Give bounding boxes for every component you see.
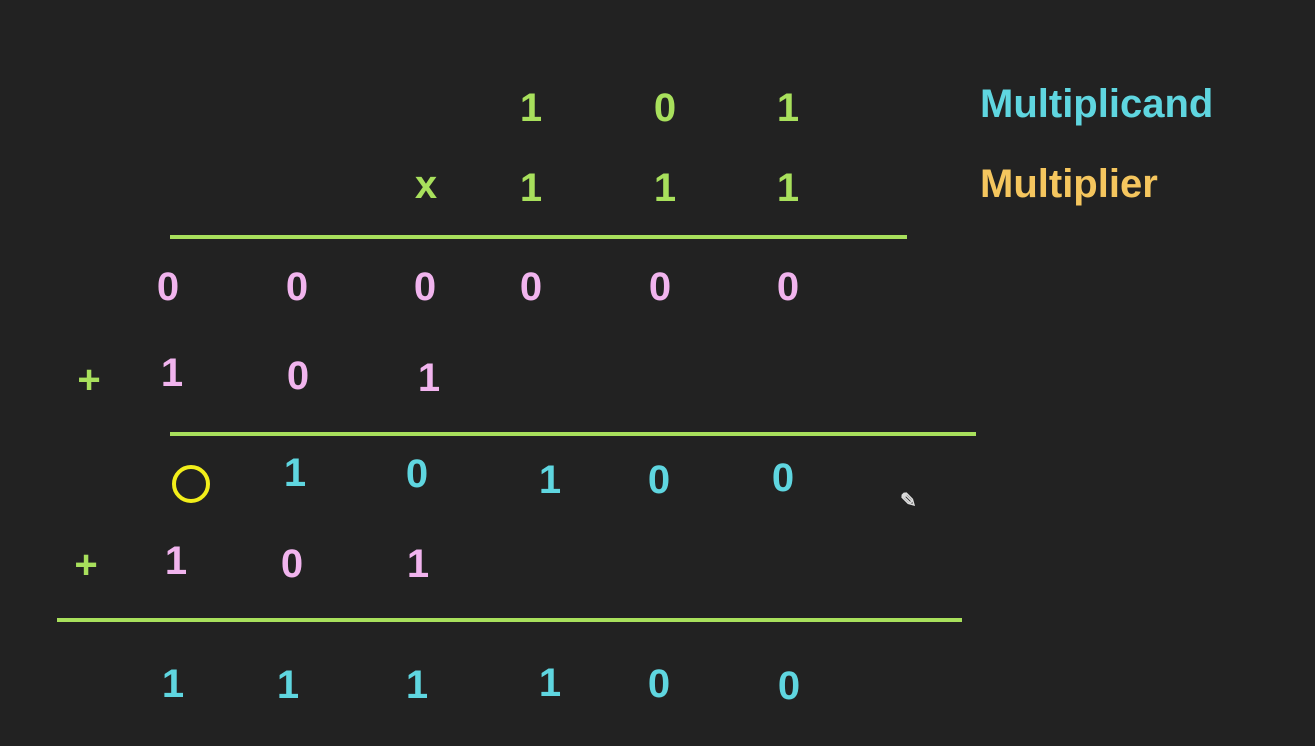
divider-line [57,618,962,622]
result-digit: 1 [405,663,429,707]
partial-digit: 0 [413,265,437,309]
shifted-digit: 1 [417,356,441,400]
carry-circle-annotation [172,465,210,503]
sum-digit: 0 [647,458,671,502]
shifted-digit: 1 [164,539,188,583]
sum-digit: 1 [538,458,562,502]
plus-sign: + [74,543,98,587]
divider-line [170,432,976,436]
shifted-digit: 0 [286,354,310,398]
sum-digit: 0 [405,452,429,496]
partial-digit: 0 [156,265,180,309]
divider-line [170,235,907,239]
multiplier-digit: 1 [776,166,800,210]
result-digit: 1 [538,661,562,705]
shifted-digit: 1 [406,542,430,586]
partial-digit: 0 [519,265,543,309]
multiplicand-digit: 1 [519,86,543,130]
partial-digit: 0 [648,265,672,309]
result-digit: 1 [276,663,300,707]
multiplier-digit: 1 [519,166,543,210]
result-digit: 0 [647,662,671,706]
multiplier-digit: 1 [653,166,677,210]
sum-digit: 0 [771,456,795,500]
times-sign: x [414,163,438,207]
partial-digit: 0 [776,265,800,309]
multiplicand-digit: 1 [776,86,800,130]
sum-digit: 1 [283,451,307,495]
pencil-cursor-icon: ✎ [900,490,917,512]
multiplicand-digit: 0 [653,86,677,130]
partial-digit: 0 [285,265,309,309]
shifted-digit: 1 [160,351,184,395]
result-digit: 0 [777,664,801,708]
shifted-digit: 0 [280,542,304,586]
plus-sign: + [77,358,101,402]
result-digit: 1 [161,662,185,706]
legend-multiplier: Multiplier [980,162,1158,206]
legend-multiplicand: Multiplicand [980,82,1214,126]
